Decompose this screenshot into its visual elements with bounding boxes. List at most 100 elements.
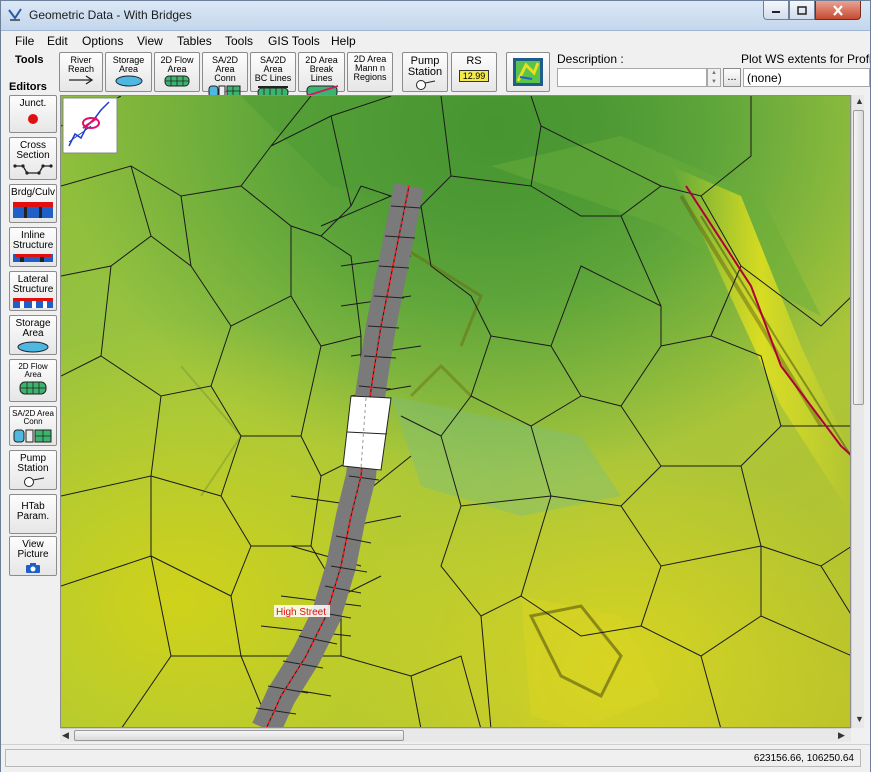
junction-editor-button[interactable]: Junct. bbox=[9, 95, 57, 133]
button-label: Conn bbox=[214, 73, 236, 83]
inline-structure-editor-button[interactable]: Inline Structure bbox=[9, 227, 57, 267]
storage-area-button[interactable]: Storage Area bbox=[105, 52, 152, 92]
editors-panel: Editors Junct. Cross Section Brdg/Culv I… bbox=[1, 81, 59, 741]
junction-icon bbox=[28, 114, 38, 124]
button-label: BC Lines bbox=[254, 73, 292, 83]
button-label: Station bbox=[407, 66, 443, 78]
mann-regions-button[interactable]: 2D Area Mann n Regions bbox=[347, 52, 393, 92]
close-button[interactable] bbox=[815, 1, 861, 20]
menu-help[interactable]: Help bbox=[331, 34, 356, 48]
maximize-button[interactable] bbox=[789, 1, 815, 20]
button-label: Area bbox=[22, 328, 44, 339]
locator-map-inset[interactable] bbox=[62, 97, 118, 154]
scroll-up-arrow-icon[interactable]: ▲ bbox=[855, 96, 864, 106]
vertical-scroll-thumb[interactable] bbox=[853, 110, 864, 405]
button-label: Area bbox=[24, 370, 42, 379]
button-label: Area bbox=[167, 64, 187, 74]
button-label: Structure bbox=[12, 240, 54, 251]
button-label: Picture bbox=[17, 549, 49, 560]
menu-file[interactable]: File bbox=[15, 34, 34, 48]
menu-bar: File Edit Options View Tables Tools GIS … bbox=[1, 32, 870, 50]
bridge-culvert-editor-button[interactable]: Brdg/Culv bbox=[9, 184, 57, 223]
button-label: Station bbox=[17, 463, 49, 474]
status-panel bbox=[5, 749, 861, 767]
scroll-right-arrow-icon[interactable]: ▶ bbox=[838, 730, 845, 741]
terrain-mesh-map: High Street bbox=[61, 96, 850, 727]
button-label: Structure bbox=[12, 284, 54, 295]
button-label: Break Lines bbox=[309, 64, 334, 83]
rs-button[interactable]: RS 12.99 bbox=[451, 52, 497, 92]
bridge-icon bbox=[13, 202, 53, 218]
river-reach-button[interactable]: River Reach bbox=[59, 52, 103, 92]
lateral-structure-icon bbox=[13, 298, 53, 308]
plot-ws-profile-select[interactable]: (none) bbox=[743, 68, 870, 87]
break-lines-button[interactable]: 2D Area Break Lines bbox=[298, 52, 345, 98]
button-label: SA/2D Area bbox=[211, 55, 238, 74]
close-icon bbox=[833, 4, 843, 16]
horizontal-scrollbar[interactable]: ◀ ▶ bbox=[60, 728, 851, 742]
button-label: Brdg/Culv bbox=[11, 187, 55, 198]
menu-tools[interactable]: Tools bbox=[225, 34, 253, 48]
menu-gis-tools[interactable]: GIS Tools bbox=[268, 34, 320, 48]
view-picture-editor-button[interactable]: View Picture bbox=[9, 536, 57, 576]
pump-station-editor-button[interactable]: Pump Station bbox=[9, 450, 57, 490]
plot-ws-label: Plot WS extents for Profile: bbox=[741, 52, 870, 66]
menu-view[interactable]: View bbox=[137, 34, 163, 48]
cross-section-icon bbox=[13, 164, 53, 175]
road-label: High Street bbox=[276, 607, 326, 618]
2d-flow-area-icon bbox=[164, 75, 190, 87]
button-label: Param. bbox=[16, 511, 50, 522]
editors-label: Editors bbox=[9, 81, 47, 93]
button-label: SA/2D Area bbox=[259, 55, 286, 74]
button-label: Area bbox=[118, 64, 138, 74]
pump-icon bbox=[416, 80, 436, 90]
minimize-button[interactable] bbox=[763, 1, 789, 20]
description-label: Description : bbox=[557, 52, 624, 66]
geometry-map-canvas[interactable]: High Street bbox=[60, 95, 851, 728]
cross-section-editor-button[interactable]: Cross Section bbox=[9, 137, 57, 180]
tools-label: Tools bbox=[15, 54, 44, 66]
vertical-scrollbar[interactable]: ▲ ▼ bbox=[851, 95, 864, 728]
htab-param-editor-button[interactable]: HTab Param. bbox=[9, 494, 57, 534]
app-window: Geometric Data - With Bridges File Edit … bbox=[0, 0, 871, 772]
button-label: Regions bbox=[353, 72, 387, 82]
description-input[interactable] bbox=[557, 68, 707, 87]
rs-value: 12.99 bbox=[459, 70, 489, 82]
2d-flow-area-button[interactable]: 2D Flow Area bbox=[154, 52, 200, 92]
scroll-left-arrow-icon[interactable]: ◀ bbox=[62, 730, 69, 741]
app-icon bbox=[8, 8, 22, 21]
title-bar: Geometric Data - With Bridges bbox=[1, 1, 870, 31]
toolbar: Tools River Reach Storage Area 2D Flow A… bbox=[1, 50, 870, 98]
menu-options[interactable]: Options bbox=[82, 34, 123, 48]
sa-2d-area-conn-button[interactable]: SA/2D Area Conn bbox=[202, 52, 248, 98]
button-label: Junct. bbox=[19, 98, 47, 109]
camera-icon bbox=[26, 563, 40, 573]
2d-flow-area-icon bbox=[19, 381, 47, 395]
storage-area-icon bbox=[17, 341, 49, 353]
map-layers-icon bbox=[513, 58, 543, 86]
sa-2d-conn-editor-button[interactable]: SA/2D Area Conn bbox=[9, 406, 57, 446]
horizontal-scroll-thumb[interactable] bbox=[74, 730, 404, 741]
pump-station-button[interactable]: Pump Station bbox=[402, 52, 448, 92]
storage-area-icon bbox=[115, 75, 142, 87]
window-title: Geometric Data - With Bridges bbox=[29, 8, 192, 22]
button-label: Conn bbox=[23, 417, 43, 426]
cursor-coordinates: 623156.66, 106250.64 bbox=[753, 753, 854, 764]
scroll-down-arrow-icon[interactable]: ▼ bbox=[855, 714, 864, 724]
button-label: Section bbox=[16, 150, 50, 161]
background-map-button[interactable] bbox=[506, 52, 550, 92]
menu-edit[interactable]: Edit bbox=[47, 34, 68, 48]
status-bar: 623156.66, 106250.64 bbox=[1, 744, 870, 772]
description-ellipsis-button[interactable]: ... bbox=[723, 68, 741, 87]
button-label: RS bbox=[466, 55, 482, 67]
pump-icon bbox=[24, 477, 45, 487]
bc-lines-button[interactable]: SA/2D Area BC Lines bbox=[250, 52, 296, 98]
storage-area-editor-button[interactable]: Storage Area bbox=[9, 315, 57, 355]
lateral-structure-editor-button[interactable]: Lateral Structure bbox=[9, 271, 57, 311]
2d-flow-area-editor-button[interactable]: 2D Flow Area bbox=[9, 359, 57, 402]
menu-tables[interactable]: Tables bbox=[177, 34, 212, 48]
description-spinner[interactable]: ▲ ▼ bbox=[707, 68, 721, 87]
button-label: Reach bbox=[67, 64, 94, 74]
minimize-icon bbox=[772, 11, 780, 13]
maximize-icon bbox=[797, 5, 807, 15]
